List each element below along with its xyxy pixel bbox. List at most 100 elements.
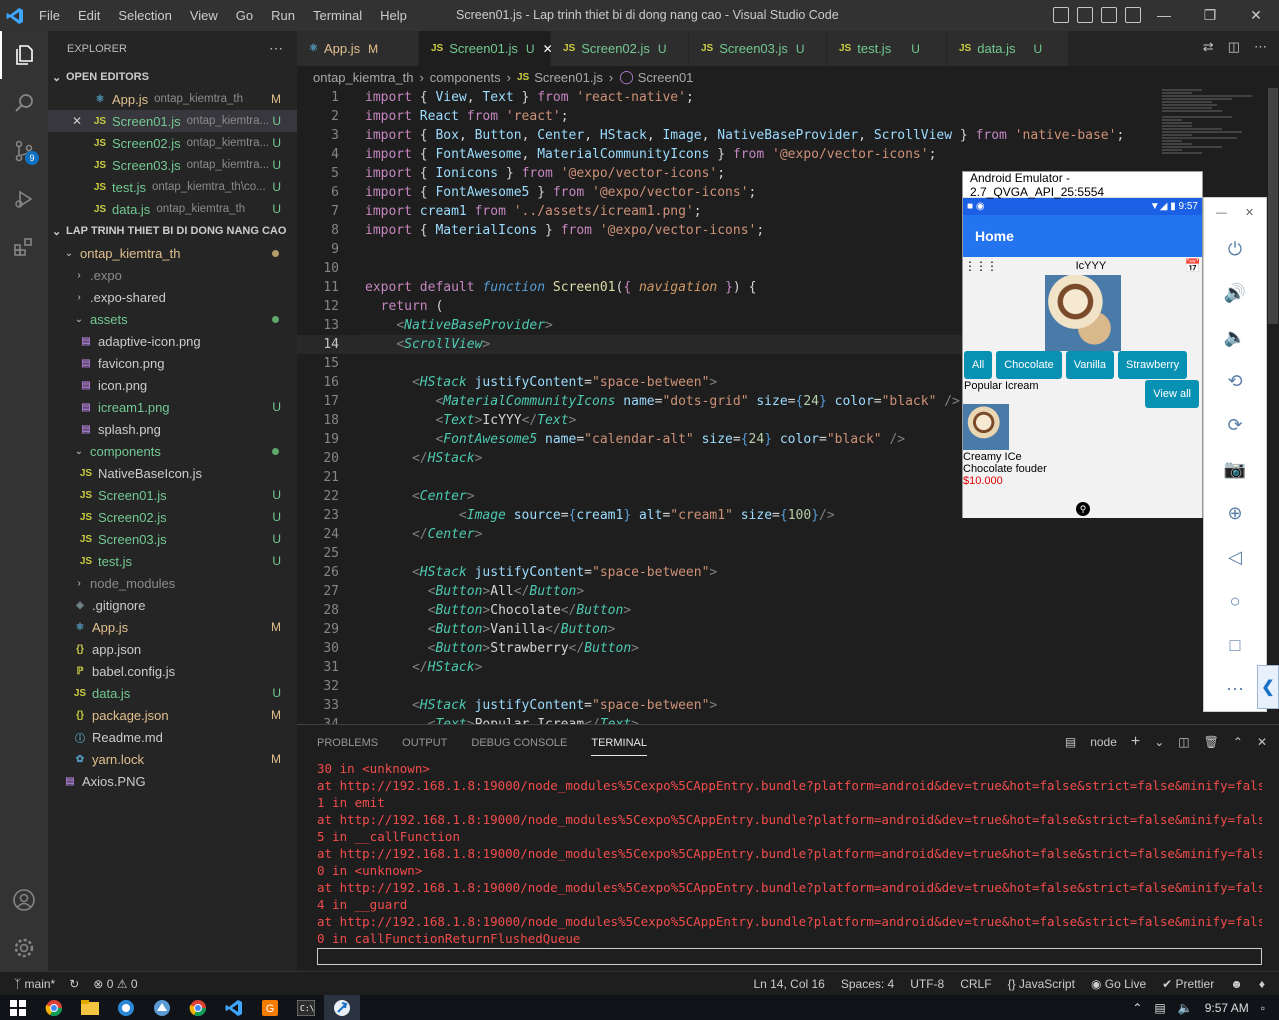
tree-file[interactable]: ⓘ Readme.md xyxy=(48,726,297,748)
tab-data-js[interactable]: JS data.js U xyxy=(947,31,1069,66)
tab-terminal[interactable]: TERMINAL xyxy=(591,729,647,756)
terminal-output[interactable]: 30 in <unknown> at http://192.168.1.8:19… xyxy=(297,760,1279,965)
chrome-icon[interactable] xyxy=(180,995,216,1020)
menu-selection[interactable]: Selection xyxy=(109,0,180,31)
tab-debug-console[interactable]: DEBUG CONSOLE xyxy=(471,737,567,749)
power-icon[interactable]: ⏻ xyxy=(1217,228,1253,272)
accounts-icon[interactable] xyxy=(0,876,48,924)
toggle-sidebar-icon[interactable] xyxy=(1053,7,1069,23)
more-icon[interactable]: ⋯ xyxy=(1217,667,1253,711)
tab-output[interactable]: OUTPUT xyxy=(402,737,447,749)
tree-file[interactable]: JS Screen02.js U xyxy=(48,506,297,528)
tree-file[interactable]: ▤ icream1.png U xyxy=(48,396,297,418)
search-icon[interactable] xyxy=(0,79,48,127)
extensions-icon[interactable] xyxy=(0,223,48,271)
app-icon[interactable] xyxy=(144,995,180,1020)
tree-file[interactable]: ℙbabel.config.js xyxy=(48,660,297,682)
customize-layout-icon[interactable] xyxy=(1125,7,1141,23)
breadcrumb-item[interactable]: components xyxy=(430,70,501,85)
view-all-button[interactable]: View all xyxy=(1145,380,1199,408)
menu-run[interactable]: Run xyxy=(262,0,304,31)
emulator-app-icon[interactable] xyxy=(324,995,360,1020)
toggle-secondary-sidebar-icon[interactable] xyxy=(1101,7,1117,23)
open-editor-item[interactable]: JS Screen02.js ontap_kiemtra... U xyxy=(48,132,297,154)
network-icon[interactable]: ▤ xyxy=(1154,1001,1165,1015)
tab-screen03-js[interactable]: JS Screen03.js U xyxy=(689,31,827,66)
breadcrumb-item[interactable]: ontap_kiemtra_th xyxy=(313,70,413,85)
filter-all-button[interactable]: All xyxy=(964,351,993,379)
tab-test-js[interactable]: JS test.js U xyxy=(827,31,947,66)
breadcrumb-item[interactable]: Screen01.js xyxy=(534,70,603,85)
notifications-bell-icon[interactable]: ♦ xyxy=(1259,977,1265,991)
notifications-icon[interactable]: ▫ xyxy=(1261,1001,1265,1015)
filter-strawberry-button[interactable]: Strawberry xyxy=(1118,351,1188,379)
tree-file[interactable]: JS Screen01.js U xyxy=(48,484,297,506)
volume-up-icon[interactable]: 🔊 xyxy=(1217,272,1253,316)
chevron-down-icon[interactable]: ⌄ xyxy=(1154,735,1164,749)
tree-folder[interactable]: ⌄ assets xyxy=(48,308,297,330)
tree-file[interactable]: ▤ Axios.PNG xyxy=(48,770,297,792)
menu-go[interactable]: Go xyxy=(227,0,262,31)
open-editor-item[interactable]: JS test.js ontap_kiemtra_th\co... U xyxy=(48,176,297,198)
prettier-button[interactable]: ✔ Prettier xyxy=(1162,977,1214,991)
volume-down-icon[interactable]: 🔈 xyxy=(1217,316,1253,360)
tree-file[interactable]: ▤ splash.png xyxy=(48,418,297,440)
back-icon[interactable]: ◁ xyxy=(1217,535,1253,579)
open-editor-item[interactable]: JS Screen03.js ontap_kiemtra... U xyxy=(48,154,297,176)
open-editor-item[interactable]: JS data.js ontap_kiemtra_th U xyxy=(48,198,297,220)
tab-screen02-js[interactable]: JS Screen02.js U xyxy=(551,31,689,66)
cursor-position[interactable]: Ln 14, Col 16 xyxy=(753,977,824,991)
problems-indicator[interactable]: ⊗ 0 ⚠ 0 xyxy=(93,977,137,991)
overview-icon[interactable]: □ xyxy=(1217,623,1253,667)
tab-problems[interactable]: PROBLEMS xyxy=(317,737,378,749)
zoom-icon[interactable]: ⊕ xyxy=(1217,491,1253,535)
end-of-line[interactable]: CRLF xyxy=(960,977,991,991)
chevron-left-icon[interactable]: ❮ xyxy=(1257,665,1279,709)
tree-folder[interactable]: › .expo xyxy=(48,264,297,286)
tree-file[interactable]: JS Screen03.js U xyxy=(48,528,297,550)
chrome-icon[interactable] xyxy=(36,995,72,1020)
tray-expand-icon[interactable]: ⌃ xyxy=(1132,1001,1142,1015)
rotate-right-icon[interactable]: ⟳ xyxy=(1217,404,1253,448)
open-editors-section[interactable]: ⌄ OPEN EDITORS xyxy=(48,66,297,88)
restore-button[interactable]: ❐ xyxy=(1187,0,1233,31)
tab-screen01-js[interactable]: JS Screen01.js U ✕ xyxy=(419,31,553,66)
tree-folder[interactable]: ⌄ ontap_kiemtra_th xyxy=(48,242,297,264)
run-debug-icon[interactable] xyxy=(0,175,48,223)
file-explorer-icon[interactable] xyxy=(72,995,108,1020)
menu-file[interactable]: File xyxy=(30,0,69,31)
browser-icon[interactable] xyxy=(108,995,144,1020)
branch-indicator[interactable]: ᛉ main* xyxy=(14,977,55,991)
tree-folder[interactable]: › .expo-shared xyxy=(48,286,297,308)
editor-scrollbar[interactable] xyxy=(1265,88,1279,724)
sync-icon[interactable]: ↻ xyxy=(69,977,79,991)
windows-start-icon[interactable] xyxy=(0,995,36,1020)
tree-file[interactable]: ✿ yarn.lock M xyxy=(48,748,297,770)
split-terminal-icon[interactable]: ◫ xyxy=(1178,735,1189,749)
tree-file[interactable]: ▤ favicon.png xyxy=(48,352,297,374)
minimize-button[interactable]: — xyxy=(1141,0,1187,31)
close-emulator-icon[interactable]: ✕ xyxy=(1245,206,1254,219)
close-button[interactable]: ✕ xyxy=(1233,0,1279,31)
terminal-app-icon[interactable]: C:\ xyxy=(288,995,324,1020)
terminal-selector[interactable]: node xyxy=(1090,735,1117,749)
indentation[interactable]: Spaces: 4 xyxy=(841,977,894,991)
encoding[interactable]: UTF-8 xyxy=(910,977,944,991)
tab-app-js[interactable]: ⚛ App.js M xyxy=(297,31,419,66)
split-editor-icon[interactable]: ◫ xyxy=(1228,39,1240,55)
go-live-button[interactable]: ◉ Go Live xyxy=(1091,977,1146,991)
trash-icon[interactable]: 🗑 xyxy=(1204,735,1219,749)
vscode-icon[interactable] xyxy=(216,995,252,1020)
filter-chocolate-button[interactable]: Chocolate xyxy=(996,351,1062,379)
product-thumbnail[interactable] xyxy=(963,404,1009,450)
explorer-icon[interactable] xyxy=(0,31,48,79)
minimize-emulator-icon[interactable]: — xyxy=(1216,207,1227,219)
filter-vanilla-button[interactable]: Vanilla xyxy=(1065,351,1114,379)
more-actions-icon[interactable]: ⋯ xyxy=(269,40,283,57)
volume-icon[interactable]: 🔈 xyxy=(1178,1001,1193,1015)
search-fab-icon[interactable]: ⚲ xyxy=(1076,502,1090,516)
camera-icon[interactable]: 📷 xyxy=(1217,448,1253,492)
tree-file[interactable]: ◆ .gitignore xyxy=(48,594,297,616)
open-editor-item[interactable]: ⚛ App.js ontap_kiemtra_th M xyxy=(48,88,297,110)
tree-file[interactable]: JS test.js U xyxy=(48,550,297,572)
